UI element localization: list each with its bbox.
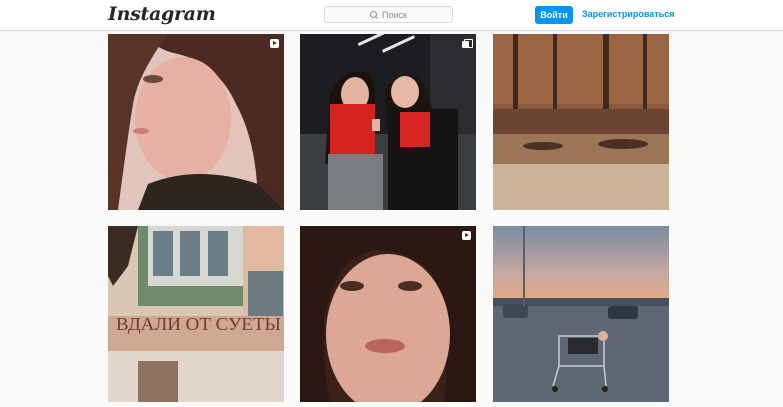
post-image [300, 34, 476, 210]
top-navbar: Instagram Поиск Войти Зарегистрироваться [0, 0, 783, 31]
post-thumbnail[interactable] [108, 34, 284, 210]
post-thumbnail[interactable] [300, 226, 476, 402]
search-icon [370, 10, 378, 19]
search-input[interactable]: Поиск [324, 6, 453, 23]
building-sign-text: ВДАЛИ ОТ СУЕТЫ [116, 314, 281, 334]
instagram-logo[interactable]: Instagram [108, 3, 216, 25]
post-thumbnail[interactable] [493, 34, 669, 210]
search-placeholder: Поиск [382, 9, 407, 20]
post-thumbnail[interactable] [493, 226, 669, 402]
login-button[interactable]: Войти [535, 6, 573, 24]
post-image [493, 34, 669, 210]
post-image: ВДАЛИ ОТ СУЕТЫ [108, 226, 284, 402]
video-icon [462, 231, 471, 240]
post-image [493, 226, 669, 402]
post-image [300, 226, 476, 402]
signup-link[interactable]: Зарегистрироваться [582, 9, 674, 19]
post-image [108, 34, 284, 210]
carousel-icon [462, 39, 473, 48]
post-thumbnail[interactable]: ВДАЛИ ОТ СУЕТЫ [108, 226, 284, 402]
post-thumbnail[interactable] [300, 34, 476, 210]
video-icon [270, 39, 279, 48]
